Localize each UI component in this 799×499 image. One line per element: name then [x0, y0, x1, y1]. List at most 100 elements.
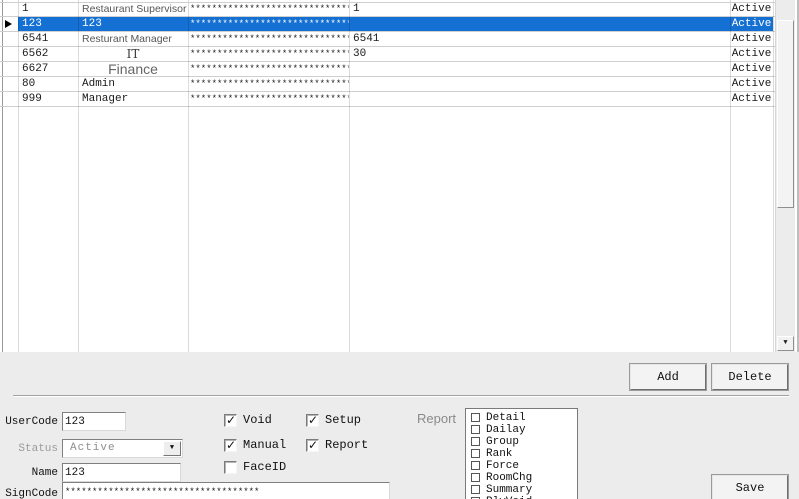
- report-list-item[interactable]: Summary: [466, 484, 577, 496]
- cell-user_code: 999: [22, 93, 42, 105]
- cell-value: 30: [353, 48, 367, 60]
- user-grid[interactable]: 1 Restaurant Supervisor ******************…: [0, 0, 799, 352]
- checkbox-label: Report: [325, 438, 369, 452]
- cell-user_code: 6627: [22, 63, 49, 75]
- report-item-label: Force: [486, 460, 520, 472]
- row-selector-cell: [0, 47, 18, 61]
- scrollbar-thumb[interactable]: [777, 20, 794, 208]
- usercode-input[interactable]: [62, 412, 126, 431]
- cell-sign_code: ******************************: [188, 17, 349, 31]
- checkbox-faceid[interactable]: ✓: [224, 461, 237, 474]
- name-input[interactable]: [62, 463, 181, 482]
- row-selector-cell: [0, 2, 18, 16]
- row-selector-cell: [0, 62, 18, 76]
- dropdown-arrow-icon[interactable]: ▼: [163, 441, 181, 456]
- cell-status: Active: [731, 63, 772, 75]
- grid-column-divider: [730, 0, 731, 352]
- report-item-label: Detail: [486, 412, 526, 424]
- report-item-checkbox[interactable]: [471, 425, 480, 434]
- checkbox-setup[interactable]: ✓: [306, 413, 319, 427]
- cell-name: Finance: [108, 62, 158, 76]
- cell-name: Manager: [82, 93, 129, 105]
- report-item-checkbox[interactable]: [471, 437, 480, 446]
- cell-sign_code: ******************************: [190, 79, 349, 89]
- checkmark-icon: ✓: [308, 413, 319, 427]
- checkmark-icon: ✓: [226, 413, 237, 427]
- status-label: Status: [18, 443, 58, 455]
- report-item-label: Summary: [486, 484, 533, 496]
- cell-name: Resturant Manager: [82, 33, 172, 45]
- checkbox-label: Setup: [325, 413, 362, 427]
- report-item-label: Dailay: [486, 424, 526, 436]
- cell-value: [349, 62, 730, 76]
- scrollbar-down-arrow-icon[interactable]: ▼: [777, 336, 794, 351]
- cell-name: IT: [126, 47, 140, 61]
- report-list-item[interactable]: Group: [466, 436, 577, 448]
- report-listbox[interactable]: Detail Dailay Group Rank Force RoomChg Summary…: [465, 408, 578, 499]
- cell-status: Active: [730, 17, 773, 31]
- report-item-checkbox[interactable]: [471, 413, 480, 422]
- cell-sign_code: ******************************: [190, 49, 349, 59]
- add-button[interactable]: Add: [629, 363, 707, 391]
- table-row[interactable]: 6541 Resturant Manager *******************…: [0, 32, 775, 47]
- report-item-checkbox[interactable]: [471, 449, 480, 458]
- cell-status: Active: [731, 78, 772, 90]
- report-list-item[interactable]: Detail: [466, 412, 577, 424]
- report-list-item[interactable]: Rank: [466, 448, 577, 460]
- grid-column-divider: [773, 0, 774, 352]
- name-label: Name: [31, 467, 58, 479]
- report-list-item[interactable]: RoomChg: [466, 472, 577, 484]
- checkbox-label: Void: [243, 413, 272, 427]
- row-selector-cell: [0, 32, 18, 46]
- table-row[interactable]: 1 Restaurant Supervisor ******************…: [0, 2, 775, 17]
- delete-button[interactable]: Delete: [711, 363, 789, 391]
- save-button[interactable]: Save: [711, 474, 789, 499]
- table-row[interactable]: 6627 Finance *****************************…: [0, 62, 775, 77]
- report-item-checkbox[interactable]: [471, 473, 480, 482]
- cell-value: [349, 77, 730, 91]
- table-row[interactable]: 80 Admin ****************************** Act…: [0, 77, 775, 92]
- status-dropdown[interactable]: Active ▼: [62, 439, 183, 458]
- app-window: 1 Restaurant Supervisor ******************…: [0, 0, 799, 499]
- cell-value: 1: [353, 3, 360, 15]
- report-item-checkbox[interactable]: [471, 461, 480, 470]
- cell-user_code: 6541: [22, 33, 49, 45]
- cell-sign_code: ******************************: [190, 34, 349, 44]
- report-item-checkbox[interactable]: [471, 485, 480, 494]
- table-row[interactable]: 999 Manager ******************************…: [0, 92, 775, 107]
- vertical-scrollbar[interactable]: ▼: [775, 0, 795, 352]
- checkbox-void[interactable]: ✓: [224, 413, 237, 427]
- cell-user_code: 123: [18, 17, 78, 31]
- report-item-label: Rank: [486, 448, 513, 460]
- cell-name: Admin: [82, 78, 116, 90]
- cell-name: 123: [78, 17, 188, 31]
- checkbox-manual[interactable]: ✓: [224, 438, 237, 452]
- report-label: Report: [417, 411, 457, 426]
- row-selector-cell: [0, 17, 18, 31]
- table-row[interactable]: 6562 IT ****************************** 30 Ac…: [0, 47, 775, 62]
- cell-sign_code: ******************************: [190, 94, 349, 104]
- cell-status: Active: [731, 48, 772, 60]
- cell-user_code: 1: [22, 3, 29, 15]
- grid-column-divider: [78, 0, 79, 352]
- checkbox-report[interactable]: ✓: [306, 438, 319, 452]
- report-item-label: RoomChg: [486, 472, 533, 484]
- current-row-arrow-icon: [5, 20, 12, 28]
- checkmark-icon: ✓: [226, 438, 237, 452]
- report-list-item[interactable]: Force: [466, 460, 577, 472]
- checkbox-label: Manual: [243, 438, 287, 452]
- report-list-item[interactable]: Dailay: [466, 424, 577, 436]
- signcode-label: SignCode: [5, 488, 58, 499]
- cell-value: [349, 92, 730, 106]
- grid-column-divider: [188, 0, 189, 352]
- cell-value: [349, 17, 730, 31]
- divider-line: [13, 395, 789, 397]
- cell-sign_code: ******************************: [190, 64, 349, 74]
- table-row[interactable]: 123 123 ****************************** Acti…: [0, 17, 775, 32]
- cell-value: 6541: [353, 33, 380, 45]
- checkmark-icon: ✓: [308, 438, 319, 452]
- row-selector-cell: [0, 92, 18, 106]
- usercode-label: UserCode: [5, 416, 58, 428]
- grid-column-divider: [18, 0, 19, 352]
- signcode-input[interactable]: [62, 482, 390, 499]
